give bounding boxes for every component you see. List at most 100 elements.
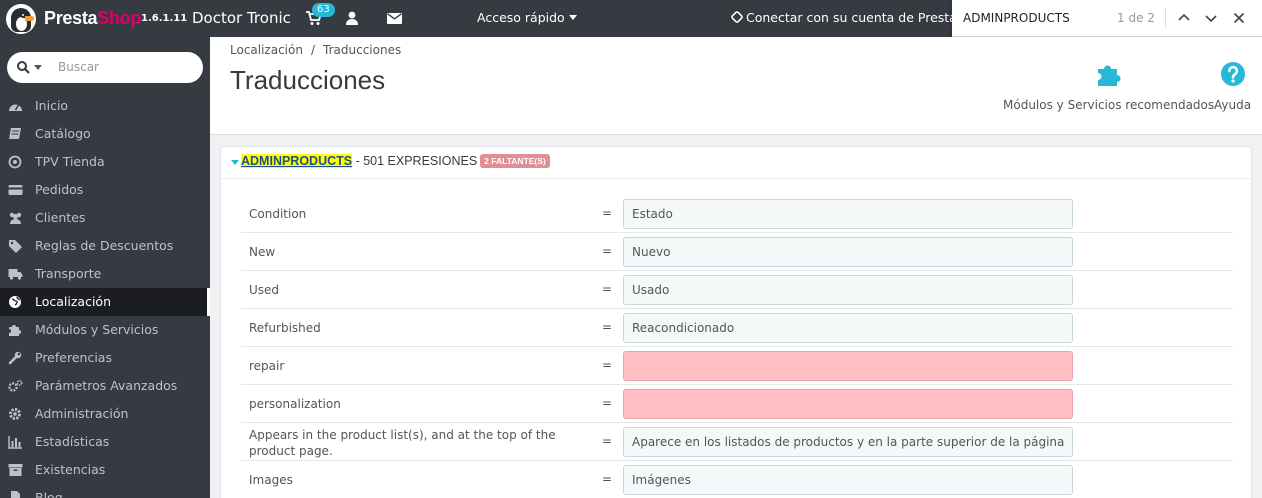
link-icon (730, 10, 744, 24)
sidebar-item-catalogo[interactable]: Catálogo (0, 120, 210, 148)
source-string: New (249, 245, 276, 259)
find-close-button[interactable] (1228, 6, 1250, 30)
help-label: Ayuda (1214, 98, 1252, 112)
bar-chart-icon (8, 436, 22, 449)
equals-sign: = (602, 358, 613, 372)
globe-icon (9, 296, 21, 308)
quick-access-menu[interactable]: Acceso rápido (477, 10, 577, 25)
sidebar-item-label: Administración (35, 406, 129, 421)
section-name-link[interactable]: ADMINPRODUCTS (241, 154, 353, 168)
translation-input[interactable] (623, 427, 1073, 457)
breadcrumb: Localización / Traducciones (230, 43, 401, 57)
help-button[interactable]: Ayuda (1214, 61, 1251, 112)
gear-icon (9, 408, 21, 420)
page-title: Traducciones (230, 65, 386, 95)
translation-row: Used = (241, 271, 1233, 309)
source-string: Appears in the product list(s), and at t… (249, 428, 556, 458)
translation-input[interactable] (623, 199, 1073, 229)
brand-presta: Presta (44, 8, 98, 28)
sidebar-item-label: Existencias (35, 462, 106, 477)
breadcrumb-parent-link[interactable]: Localización (230, 43, 303, 57)
close-icon (1233, 12, 1245, 24)
find-divider (1165, 8, 1166, 28)
sidebar-item-label: Localización (35, 294, 112, 309)
chevron-up-icon (1178, 13, 1190, 21)
chevron-down-icon (568, 15, 577, 20)
translation-rows: Condition = New = Used = Refurbished = r… (241, 195, 1233, 498)
equals-sign: = (602, 396, 613, 410)
sidebar-item-preferencias[interactable]: Preferencias (0, 344, 210, 372)
translation-input[interactable] (623, 237, 1073, 267)
sidebar-item-modulos-y-servicios[interactable]: Módulos y Servicios (0, 316, 210, 344)
find-input[interactable]: ADMINPRODUCTS (963, 11, 1070, 25)
sidebar-item-existencias[interactable]: Existencias (0, 456, 210, 484)
sidebar-item-label: Preferencias (35, 350, 112, 365)
sidebar-item-inicio[interactable]: Inicio (0, 92, 210, 120)
sidebar-item-label: Parámetros Avanzados (35, 378, 178, 393)
user-icon[interactable] (346, 11, 358, 29)
sidebar-item-estadisticas[interactable]: Estadísticas (0, 428, 210, 456)
find-previous-button[interactable] (1173, 6, 1195, 30)
equals-sign: = (602, 434, 613, 448)
sidebar-item-label: Módulos y Servicios (35, 322, 159, 337)
sidebar-item-tpv-tienda[interactable]: TPV Tienda (0, 148, 210, 176)
breadcrumb-separator: / (310, 43, 316, 57)
translation-input-missing[interactable] (623, 351, 1073, 381)
sidebar-search[interactable]: Buscar (7, 52, 203, 83)
sidebar-item-pedidos[interactable]: Pedidos (0, 176, 210, 204)
translation-row: repair = (241, 347, 1233, 385)
find-in-page-bar: ADMINPRODUCTS 1 de 2 (952, 0, 1262, 37)
missing-count-badge: 2 FALTANTE(S) (480, 154, 550, 168)
find-next-button[interactable] (1200, 6, 1222, 30)
search-icon[interactable] (17, 61, 30, 74)
recommended-modules-button[interactable]: Módulos y Servicios recomendados (1003, 61, 1214, 112)
search-type-dropdown-icon[interactable] (34, 65, 42, 70)
book-icon (9, 128, 21, 139)
sidebar-item-clientes[interactable]: Clientes (0, 204, 210, 232)
source-string: repair (249, 359, 285, 373)
source-string: Refurbished (249, 321, 321, 335)
truck-icon (8, 269, 23, 280)
sidebar: Buscar Inicio Catálogo TPV Tienda Pedido… (0, 37, 210, 498)
sidebar-item-reglas-de-descuentos[interactable]: Reglas de Descuentos (0, 232, 210, 260)
shop-name-link[interactable]: Doctor Tronic (192, 9, 291, 27)
sidebar-item-administracion[interactable]: Administración (0, 400, 210, 428)
equals-sign: = (602, 320, 613, 334)
equals-sign: = (602, 282, 613, 296)
translation-input[interactable] (623, 275, 1073, 305)
sidebar-menu: Inicio Catálogo TPV Tienda Pedidos Clien… (0, 92, 210, 498)
translation-input-missing[interactable] (623, 389, 1073, 419)
connect-account-link[interactable]: Conectar con su cuenta de PrestaShop (730, 10, 988, 25)
help-icon (1220, 62, 1245, 86)
equals-sign: = (602, 244, 613, 258)
translations-panel: ADMINPRODUCTS - 501 EXPRESIONES 2 FALTANT… (220, 146, 1252, 498)
panel-heading[interactable]: ADMINPRODUCTS - 501 EXPRESIONES 2 FALTANT… (221, 147, 1251, 179)
translation-row: Appears in the product list(s), and at t… (241, 423, 1233, 461)
users-icon (9, 212, 22, 224)
prestashop-logo-icon[interactable] (6, 4, 36, 34)
find-match-count: 1 de 2 (1117, 11, 1155, 25)
sidebar-item-blog[interactable]: Blog (0, 484, 210, 498)
collapse-toggle-icon[interactable] (231, 160, 239, 165)
translation-row: personalization = (241, 385, 1233, 423)
sidebar-item-localizacion[interactable]: Localización (0, 288, 210, 316)
tag-icon (9, 240, 22, 253)
sidebar-item-parametros-avanzados[interactable]: Parámetros Avanzados (0, 372, 210, 400)
sidebar-item-transporte[interactable]: Transporte (0, 260, 210, 288)
sidebar-item-label: Blog (35, 490, 63, 498)
translation-input[interactable] (623, 465, 1073, 495)
cogs-icon (8, 379, 23, 392)
wrench-icon (8, 351, 22, 365)
sidebar-item-label: Transporte (35, 266, 102, 281)
translation-input[interactable] (623, 313, 1073, 343)
sidebar-item-label: Reglas de Descuentos (35, 238, 174, 253)
sidebar-item-label: Inicio (35, 98, 69, 113)
equals-sign: = (602, 206, 613, 220)
sidebar-item-label: Estadísticas (35, 434, 110, 449)
search-input[interactable]: Buscar (58, 60, 99, 74)
brand-name[interactable]: PrestaShop (44, 8, 141, 29)
translation-row: Images = (241, 461, 1233, 498)
page-header: Localización / Traducciones Traducciones M… (210, 37, 1262, 135)
recommended-modules-label: Módulos y Servicios recomendados (1003, 98, 1215, 112)
envelope-icon[interactable] (387, 13, 402, 28)
